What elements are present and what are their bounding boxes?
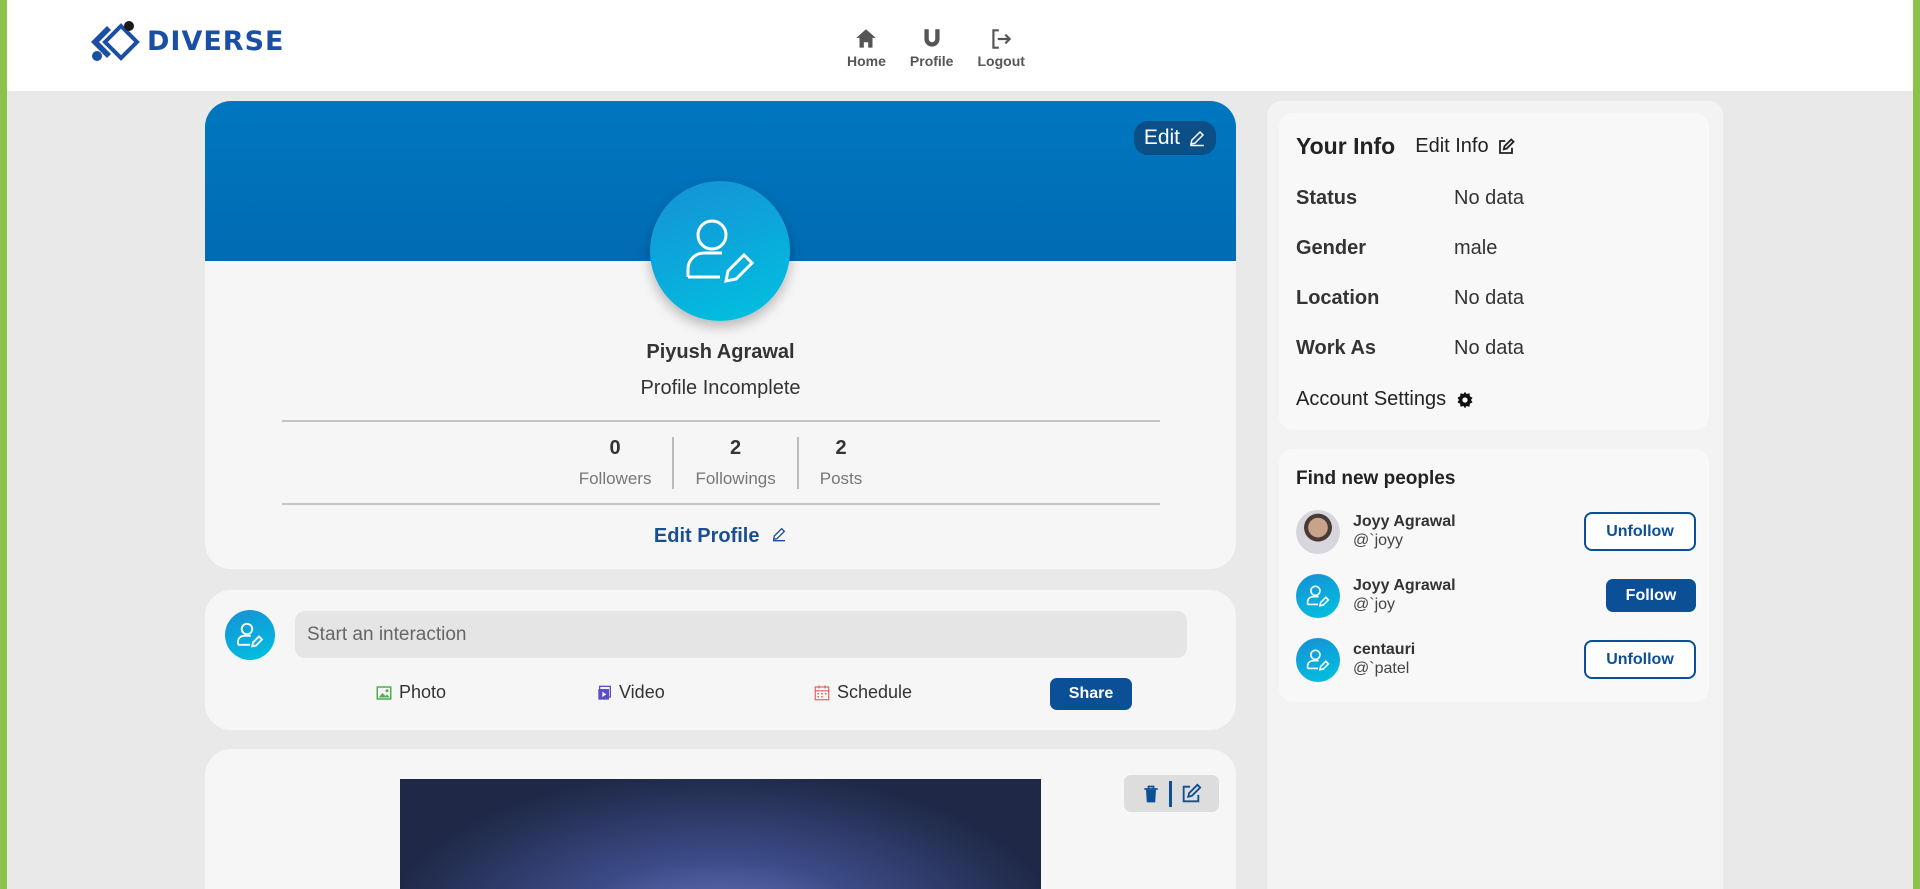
account-settings-link[interactable]: Account Settings <box>1296 388 1474 411</box>
info-row-location: Location No data <box>1296 287 1524 310</box>
action-separator <box>1169 780 1172 807</box>
unfollow-button[interactable]: Unfollow <box>1584 640 1696 679</box>
user-edit-icon <box>686 219 755 283</box>
brand-name: DIVERSE <box>147 25 285 57</box>
home-icon <box>856 29 877 48</box>
gear-icon <box>1457 391 1473 408</box>
person-handle: @`joyy <box>1353 532 1404 549</box>
edit-profile-label: Edit Profile <box>653 525 760 547</box>
profile-status: Profile Incomplete <box>640 377 801 399</box>
find-people-title: Find new peoples <box>1296 468 1456 489</box>
post-image <box>400 779 1041 889</box>
video-label: Video <box>619 682 665 702</box>
info-row-work: Work As No data <box>1296 337 1524 360</box>
person-photo[interactable] <box>1296 574 1340 618</box>
stat-value: 2 <box>730 437 742 459</box>
stat-label: Followings <box>695 469 776 488</box>
user-edit-icon <box>1306 585 1330 607</box>
edit-square-icon <box>1498 137 1515 154</box>
edit-square-icon[interactable] <box>1180 783 1202 805</box>
account-settings-label: Account Settings <box>1296 388 1447 410</box>
feed-post-card <box>205 749 1236 889</box>
person-photo[interactable] <box>1296 510 1340 554</box>
pencil-icon <box>772 527 786 542</box>
logout-icon <box>992 29 1012 49</box>
edit-banner-label: Edit <box>1143 126 1180 149</box>
user-edit-icon <box>237 622 264 648</box>
profile-card: Edit Piyush Agrawal Profile Incomplete 0… <box>205 101 1236 569</box>
person-handle: @`joy <box>1353 596 1396 613</box>
your-info-title: Your Info <box>1296 133 1396 159</box>
profile-name: Piyush Agrawal <box>646 341 795 363</box>
unfollow-button[interactable]: Unfollow <box>1584 512 1696 551</box>
info-key: Status <box>1296 187 1358 209</box>
stat-followers[interactable]: 0 Followers <box>558 437 675 489</box>
nav-profile-label: Profile <box>909 53 954 69</box>
person-name: centauri <box>1353 641 1416 658</box>
info-value: No data <box>1454 337 1525 359</box>
nav-home-label: Home <box>847 53 886 69</box>
info-row-status: Status No data <box>1296 187 1524 210</box>
stat-posts[interactable]: 2 Posts <box>799 437 884 489</box>
post-actions <box>1124 775 1219 812</box>
main-nav: Home Profile Logout <box>847 26 1025 69</box>
composer-avatar <box>225 610 275 660</box>
nav-profile[interactable]: Profile <box>909 26 954 69</box>
interaction-input[interactable] <box>295 611 1187 658</box>
divider <box>282 420 1160 422</box>
schedule-option[interactable]: Schedule <box>813 682 912 703</box>
nav-home[interactable]: Home <box>847 26 886 69</box>
info-key: Work As <box>1296 337 1377 359</box>
edit-banner-button[interactable]: Edit <box>1133 121 1216 155</box>
stat-followings[interactable]: 2 Followings <box>674 437 799 489</box>
stat-value: 0 <box>609 437 621 459</box>
diverse-logo-icon <box>91 21 140 61</box>
image-icon <box>376 685 392 700</box>
right-sidebar: Your Info Edit Info Status No data Gende… <box>1267 101 1723 889</box>
video-icon <box>598 685 611 700</box>
video-option[interactable]: Video <box>597 682 665 703</box>
info-row-gender: Gender male <box>1296 237 1497 260</box>
person-item: Joyy Agrawal @`joy Follow <box>1296 574 1696 620</box>
edit-info-label: Edit Info <box>1415 135 1489 157</box>
person-item: Joyy Agrawal @`joyy Unfollow <box>1296 510 1696 556</box>
person-item: centauri @`patel Unfollow <box>1296 638 1696 684</box>
pencil-icon <box>1190 130 1205 147</box>
stat-label: Followers <box>578 469 652 488</box>
edit-info-button[interactable]: Edit Info <box>1415 135 1515 158</box>
user-edit-icon <box>1306 649 1330 671</box>
person-name: Joyy Agrawal <box>1353 577 1456 594</box>
photo-option[interactable]: Photo <box>375 682 446 703</box>
follow-button[interactable]: Follow <box>1606 579 1696 612</box>
your-info-panel: Your Info Edit Info Status No data Gende… <box>1279 113 1709 430</box>
find-people-panel: Find new peoples Joyy Agrawal @`joyy Unf… <box>1279 449 1709 702</box>
person-handle: @`patel <box>1353 660 1410 677</box>
profile-stats: 0 Followers 2 Followings 2 Posts <box>205 437 1236 489</box>
top-bar: DIVERSE Home Profile Logout <box>7 0 1913 91</box>
info-key: Gender <box>1296 237 1367 259</box>
info-value: male <box>1454 237 1498 259</box>
stat-value: 2 <box>835 437 847 459</box>
trash-icon[interactable] <box>1141 783 1161 805</box>
info-key: Location <box>1296 287 1380 309</box>
stat-label: Posts <box>819 469 863 488</box>
calendar-icon <box>814 685 830 700</box>
share-button[interactable]: Share <box>1050 678 1132 710</box>
nav-logout[interactable]: Logout <box>977 26 1025 69</box>
divider <box>282 503 1160 505</box>
your-info-header: Your Info Edit Info <box>1296 133 1515 160</box>
nav-logout-label: Logout <box>977 53 1025 69</box>
person-photo[interactable] <box>1296 638 1340 682</box>
composer-card: Photo Video Schedule Share <box>205 590 1236 730</box>
profile-magnet-icon <box>924 29 940 47</box>
info-value: No data <box>1454 287 1525 309</box>
edit-profile-link[interactable]: Edit Profile <box>205 525 1236 548</box>
profile-avatar[interactable] <box>650 181 790 321</box>
info-value: No data <box>1454 187 1525 209</box>
schedule-label: Schedule <box>837 682 913 702</box>
brand-logo[interactable]: DIVERSE <box>87 20 284 62</box>
photo-label: Photo <box>399 682 447 702</box>
person-name: Joyy Agrawal <box>1353 513 1456 530</box>
